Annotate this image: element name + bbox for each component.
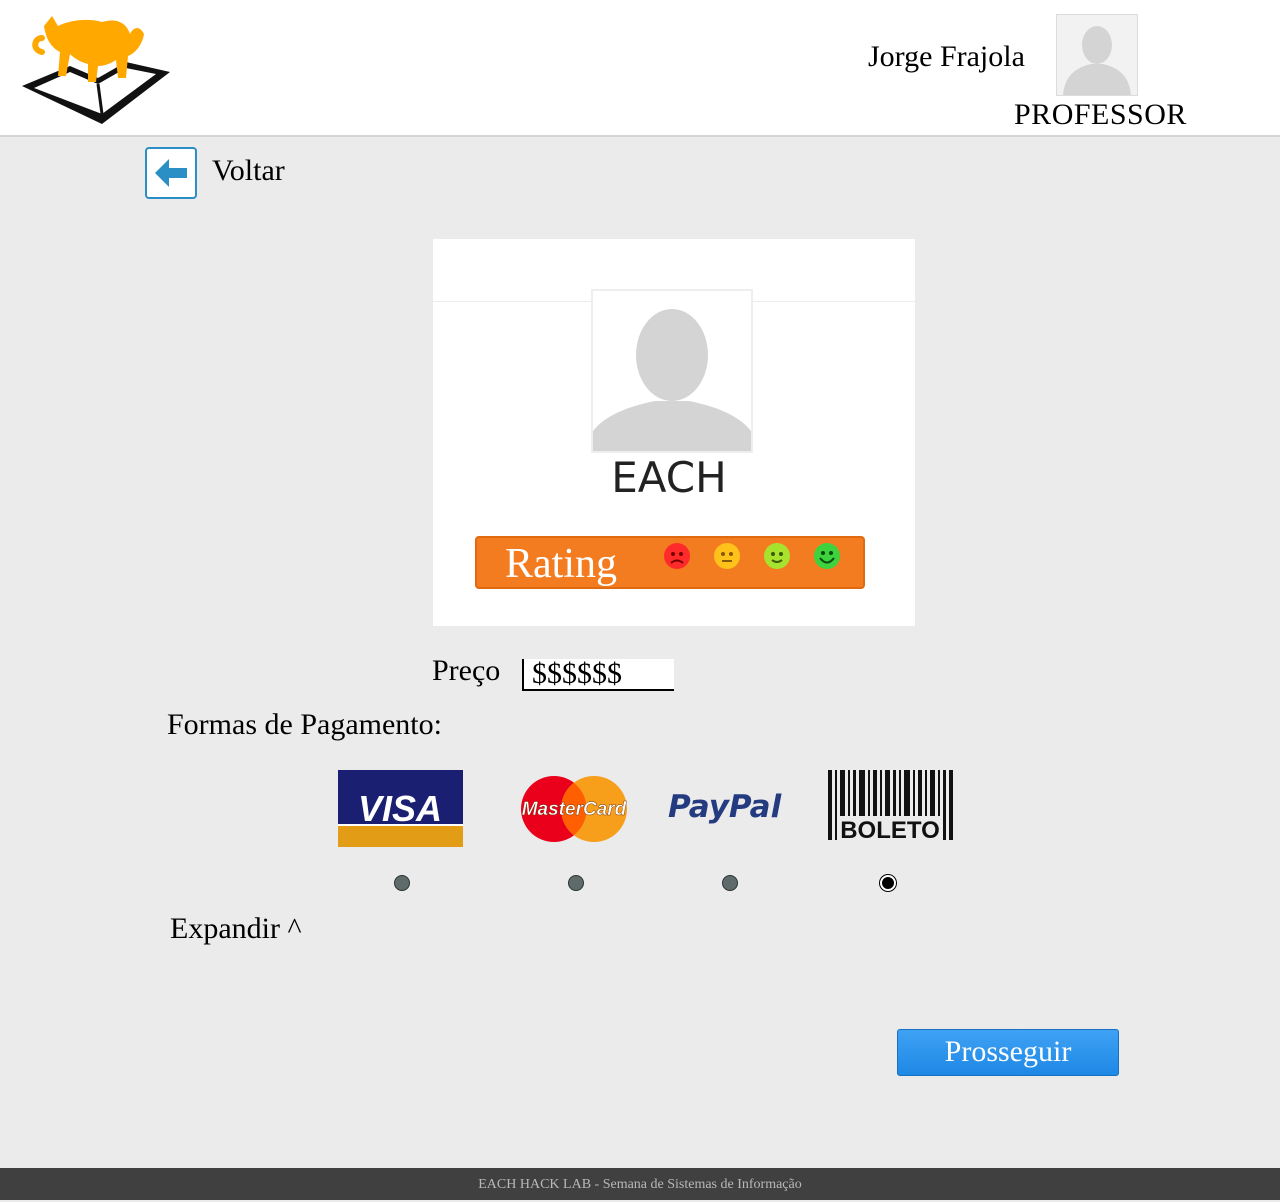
price-input[interactable] (522, 659, 674, 691)
user-avatar[interactable] (1056, 14, 1138, 96)
card-name: EACH (611, 453, 727, 502)
radio-paypal[interactable] (722, 875, 738, 891)
back-label[interactable]: Voltar (212, 154, 285, 188)
angry-face-icon[interactable] (663, 542, 691, 570)
payment-methods-title: Formas de Pagamento: (167, 708, 442, 741)
expand-toggle[interactable]: Expandir ^ (170, 912, 302, 946)
proceed-button[interactable]: Prosseguir (897, 1029, 1119, 1076)
back-button[interactable] (145, 147, 197, 199)
big-smile-face-icon[interactable] (813, 542, 841, 570)
radio-mastercard[interactable] (568, 875, 584, 891)
person-silhouette-icon (1063, 26, 1131, 95)
person-silhouette-icon (593, 309, 751, 451)
visa-text: VISA (358, 788, 442, 829)
radio-visa[interactable] (394, 875, 410, 891)
rating-label: Rating (505, 541, 617, 587)
paypal-logo[interactable]: PayPal (666, 783, 784, 827)
mastercard-text: MasterCard (522, 799, 627, 820)
boleto-barcode-logo[interactable]: BOLETO (828, 770, 953, 840)
app-header: Jorge Frajola PROFESSOR (0, 0, 1280, 137)
neutral-face-icon[interactable] (713, 542, 741, 570)
boleto-text: BOLETO (840, 817, 940, 840)
paypal-text: PayPal (668, 789, 782, 825)
user-role: PROFESSOR (1014, 98, 1187, 131)
rating-bar: Rating (475, 536, 865, 589)
mastercard-logo[interactable]: MasterCard (520, 775, 628, 843)
cat-on-book-logo[interactable] (18, 12, 174, 128)
radio-boleto[interactable] (880, 875, 896, 891)
footer: EACH HACK LAB - Semana de Sistemas de In… (0, 1168, 1280, 1200)
card-avatar (591, 289, 753, 453)
user-name: Jorge Frajola (868, 40, 1025, 73)
visa-logo[interactable]: VISA (338, 770, 463, 847)
profile-card: EACH Rating (433, 239, 915, 626)
price-label: Preço (432, 654, 501, 687)
smile-face-icon[interactable] (763, 542, 791, 570)
arrow-left-icon (155, 159, 187, 187)
